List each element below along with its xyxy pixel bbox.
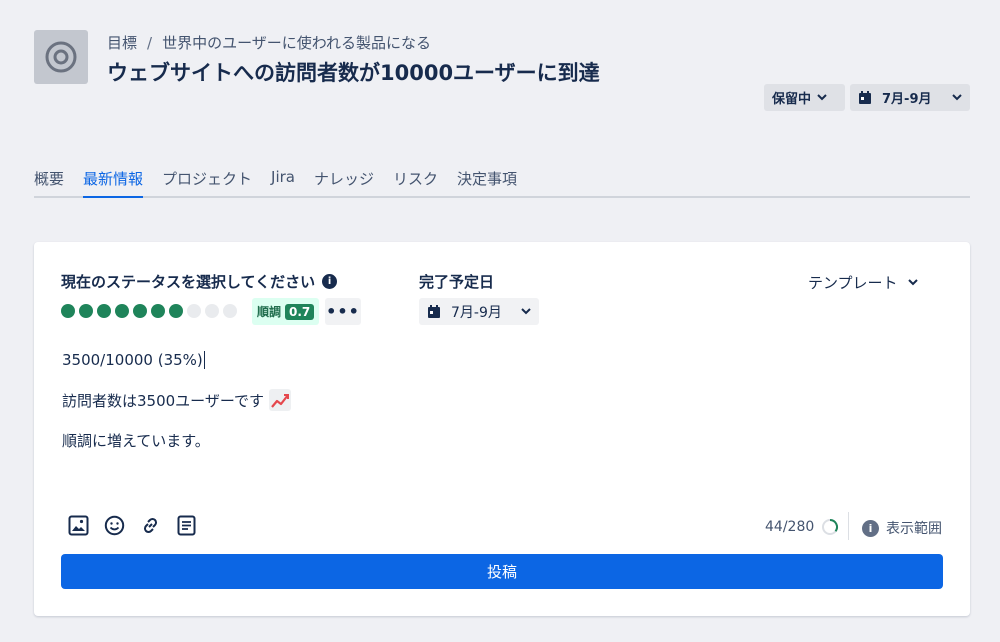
progress-dot[interactable] [223,304,237,318]
tab-decisions[interactable]: 決定事項 [457,168,517,198]
post-button[interactable]: 投稿 [61,554,943,589]
progress-dot[interactable] [133,304,147,318]
emoji-icon[interactable] [103,514,125,536]
progress-dot[interactable] [169,304,183,318]
chevron-down-icon [521,308,531,315]
progress-dot[interactable] [61,304,75,318]
goal-target-icon [34,30,88,84]
status-section-label: 現在のステータスを選択してください i [61,271,338,292]
editor-line-text: 3500/10000 (35%) [62,351,203,369]
calendar-icon [428,304,440,318]
progress-dot[interactable] [187,304,201,318]
editor-toolbar [67,514,197,536]
template-label: テンプレート [808,274,898,292]
template-dropdown[interactable]: テンプレート [808,272,918,293]
chevron-down-icon [907,279,918,286]
editor-line: 訪問者数は3500ユーザーです [62,389,942,411]
due-date-dropdown[interactable]: 7月-9月 [419,298,539,325]
tab-risks[interactable]: リスク [393,168,438,198]
breadcrumb-item-goals[interactable]: 目標 [107,34,137,52]
progress-dot[interactable] [79,304,93,318]
character-counter: 44/280 [765,518,839,536]
link-icon[interactable] [139,514,161,536]
editor-line-text: 順調に増えています。 [62,431,210,450]
divider [848,512,849,540]
breadcrumb-separator: / [147,34,153,52]
status-dropdown[interactable]: 保留中 [764,84,845,111]
character-count-text: 44/280 [765,519,815,535]
chart-increasing-icon [268,389,291,411]
update-card: 現在のステータスを選択してください i 順調 0.7 ••• 完了予定日 7月-… [34,242,970,616]
status-badge[interactable]: 順調 0.7 [252,298,320,325]
visibility-button[interactable]: i 表示範囲 [862,518,942,538]
editor-line: 順調に増えています。 [62,430,942,450]
tab-overview[interactable]: 概要 [34,168,64,198]
progress-dots[interactable] [61,304,237,318]
chevron-down-icon [817,94,827,101]
status-label-text: 現在のステータスを選択してください [61,273,316,291]
status-score: 0.7 [285,303,315,320]
page-title: ウェブサイトへの訪問者数が10000ユーザーに到達 [107,61,600,85]
status-badge-label: 順調 [257,305,282,319]
calendar-icon [859,90,871,104]
breadcrumb-item-parent-goal[interactable]: 世界中のユーザーに使われる製品になる [162,34,431,52]
chevron-down-icon [952,94,962,101]
tab-knowledge[interactable]: ナレッジ [314,168,374,198]
visibility-label: 表示範囲 [886,521,942,537]
due-date-value: 7月-9月 [451,304,502,321]
tab-bar: 概要 最新情報 プロジェクト Jira ナレッジ リスク 決定事項 [34,168,970,198]
info-icon: i [862,519,879,537]
tab-updates[interactable]: 最新情報 [83,168,144,198]
status-dropdown-label: 保留中 [772,92,812,107]
editor-line-text: 訪問者数は3500ユーザーです [62,391,264,410]
editor-line: 3500/10000 (35%) [62,350,942,370]
template-icon[interactable] [175,514,197,536]
more-options-button[interactable]: ••• [325,298,361,325]
info-icon[interactable]: i [322,274,338,289]
progress-dot[interactable] [151,304,165,318]
update-editor[interactable]: 3500/10000 (35%) 訪問者数は3500ユーザーです 順調に増えてい… [62,350,942,470]
progress-dot[interactable] [205,304,219,318]
tab-projects[interactable]: プロジェクト [162,168,252,198]
text-caret [203,351,205,369]
tab-jira[interactable]: Jira [271,168,295,198]
progress-dot[interactable] [115,304,129,318]
breadcrumb: 目標 / 世界中のユーザーに使われる製品になる [107,32,431,53]
due-date-label: 完了予定日 [419,273,495,291]
progress-dot[interactable] [97,304,111,318]
image-icon[interactable] [67,514,89,536]
date-dropdown[interactable]: 7月-9月 [850,84,970,111]
date-dropdown-label: 7月-9月 [882,92,932,107]
progress-ring-icon [822,519,839,535]
